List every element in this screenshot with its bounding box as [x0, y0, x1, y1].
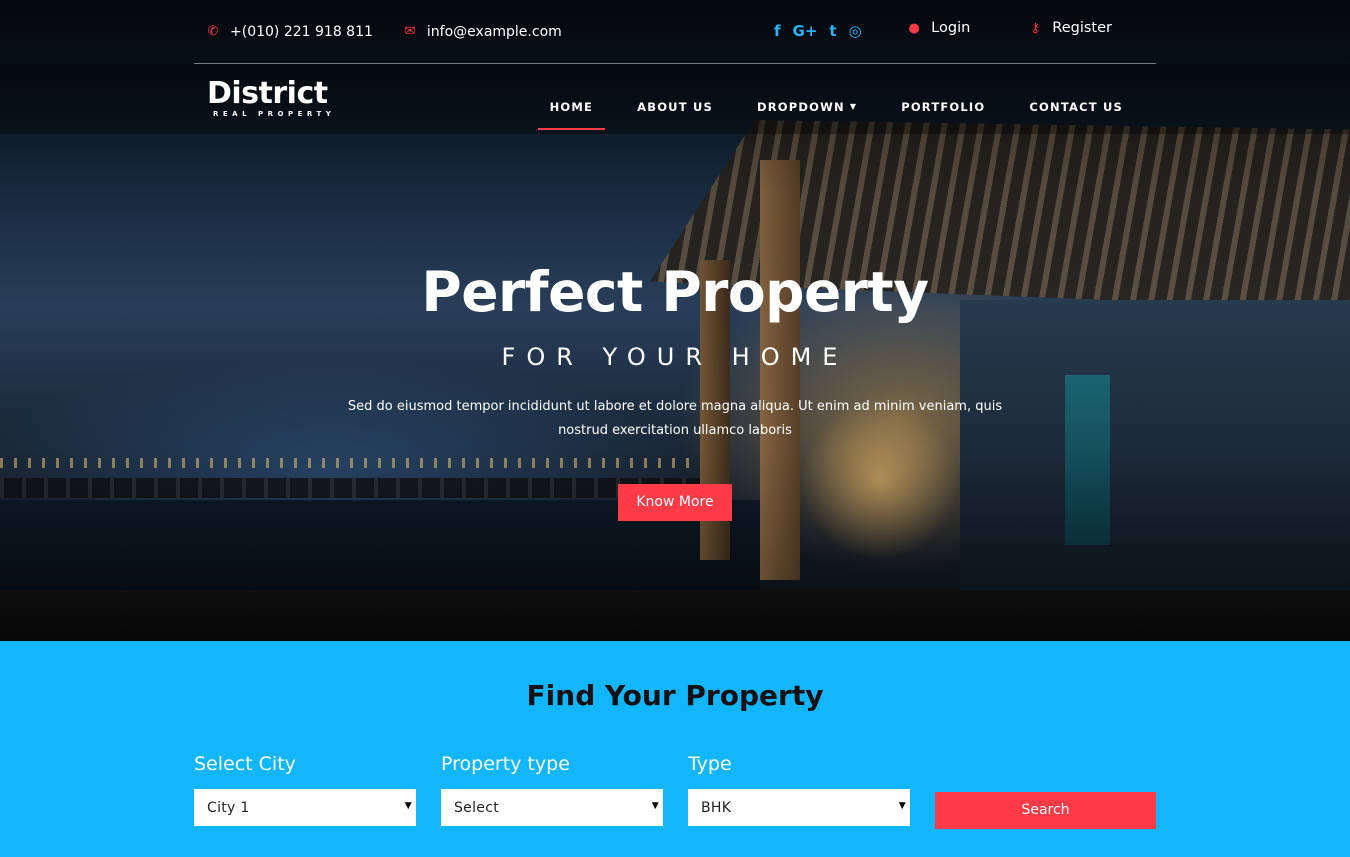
phone-icon: ✆	[207, 24, 219, 39]
logo-tagline: REAL PROPERTY	[213, 110, 336, 118]
phone-number: +(010) 221 918 811	[230, 23, 373, 40]
hero-title: Perfect Property	[421, 260, 929, 324]
site-logo[interactable]: District REAL PROPERTY	[207, 76, 335, 118]
login-label: Login	[931, 20, 971, 36]
envelope-icon: ✉	[404, 24, 416, 39]
auth-links: ● Login ⚷ Register	[907, 20, 1130, 36]
hero-subtitle: FOR YOUR HOME	[501, 342, 849, 371]
nav-menu: HOME ABOUT US DROPDOWN ▼ PORTFOLIO CONTAC…	[528, 100, 1145, 130]
city-select[interactable]: City 1 ▼	[194, 789, 416, 826]
facebook-icon[interactable]: f	[774, 22, 781, 40]
hero-section: ✆ +(010) 221 918 811 ✉ info@example.com …	[0, 0, 1350, 641]
type-select-value: BHK	[701, 799, 732, 816]
nav-item-contact-us[interactable]: CONTACT US	[1007, 100, 1145, 128]
property-type-label: Property type	[441, 753, 570, 775]
dribbble-icon[interactable]: ◎	[849, 22, 862, 40]
main-navbar: District REAL PROPERTY HOME ABOUT US DRO…	[0, 64, 1350, 134]
register-link[interactable]: ⚷ Register	[1028, 20, 1112, 36]
email-address: info@example.com	[426, 23, 562, 40]
select-arrow-icon: ▼	[651, 801, 659, 811]
register-label: Register	[1052, 20, 1112, 36]
phone-contact: ✆ +(010) 221 918 811	[194, 24, 373, 40]
logo-name: District	[207, 76, 328, 111]
hero-description: Sed do eiusmod tempor incididunt ut labo…	[347, 398, 1003, 438]
type-label: Type	[688, 753, 732, 775]
select-arrow-icon: ▼	[404, 801, 412, 811]
property-type-field: Property type Select ▼	[441, 753, 663, 826]
city-field: Select City City 1 ▼	[194, 753, 416, 826]
nav-item-home[interactable]: HOME	[528, 100, 616, 130]
nav-item-portfolio[interactable]: PORTFOLIO	[879, 100, 1007, 128]
property-type-select[interactable]: Select ▼	[441, 789, 663, 826]
nav-item-dropdown[interactable]: DROPDOWN ▼	[735, 100, 879, 128]
email-contact: ✉ info@example.com	[391, 23, 562, 40]
city-label: Select City	[194, 753, 296, 775]
select-arrow-icon: ▼	[898, 801, 906, 811]
key-icon: ⚷	[1030, 20, 1041, 36]
login-link[interactable]: ● Login	[907, 20, 971, 36]
google-plus-icon[interactable]: G+	[793, 22, 818, 40]
search-title: Find Your Property	[526, 679, 824, 712]
type-select[interactable]: BHK ▼	[688, 789, 910, 826]
property-type-select-value: Select	[454, 799, 499, 816]
nav-item-about-us[interactable]: ABOUT US	[615, 100, 735, 128]
hero-content: Perfect Property FOR YOUR HOME Sed do ei…	[0, 262, 1350, 521]
user-icon: ●	[908, 20, 920, 36]
city-select-value: City 1	[207, 799, 250, 816]
twitter-icon[interactable]: t	[829, 22, 836, 40]
type-field: Type BHK ▼	[688, 753, 910, 826]
property-search-section: Find Your Property Select City City 1 ▼ …	[0, 641, 1350, 857]
know-more-button[interactable]: Know More	[618, 483, 732, 521]
search-button[interactable]: Search	[935, 792, 1156, 829]
caret-down-icon: ▼	[849, 102, 858, 111]
social-links: f G+ t ◎	[774, 22, 862, 40]
top-bar: ✆ +(010) 221 918 811 ✉ info@example.com …	[194, 0, 1156, 63]
